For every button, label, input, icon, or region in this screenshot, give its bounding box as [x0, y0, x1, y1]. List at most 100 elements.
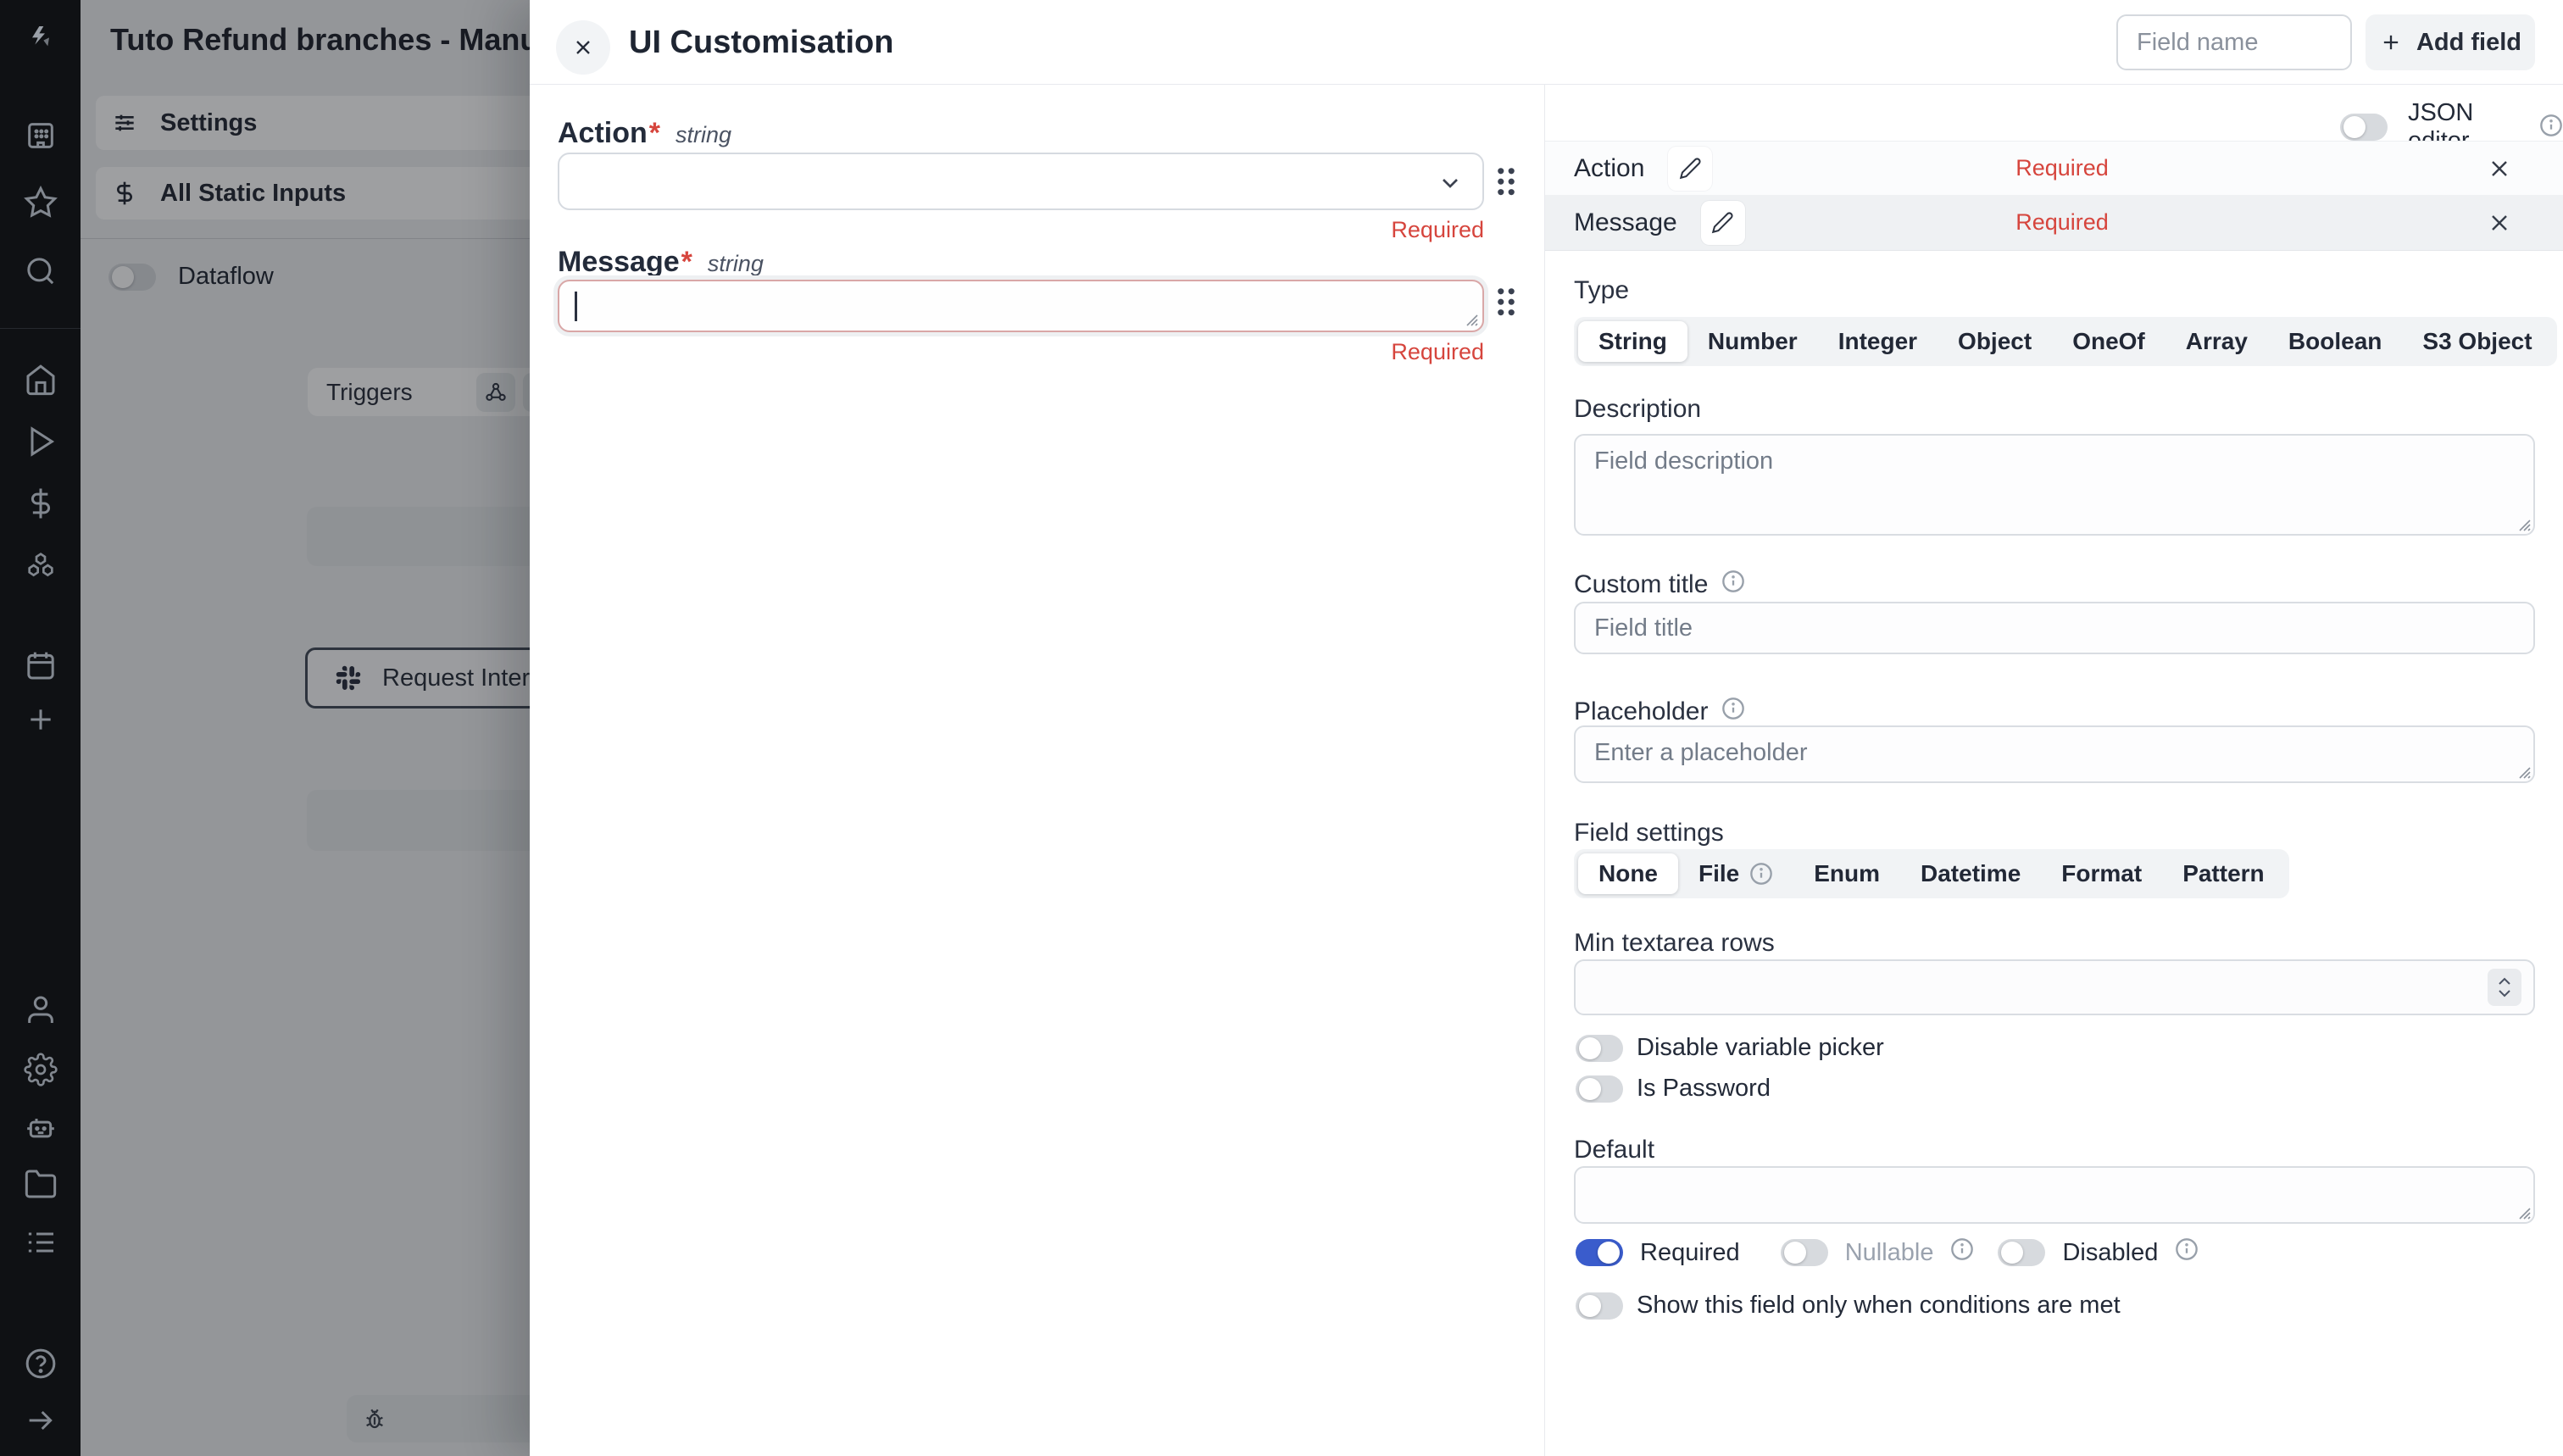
message-field-label: Message* string — [558, 246, 764, 279]
min-textarea-rows-input[interactable] — [1574, 959, 2535, 1015]
resize-handle-icon — [2514, 514, 2531, 531]
disable-variable-picker-label: Disable variable picker — [1637, 1034, 1884, 1062]
info-icon — [1721, 697, 1745, 720]
app-logo[interactable] — [23, 21, 58, 57]
blocks-icon[interactable] — [23, 547, 58, 583]
list-icon[interactable] — [23, 1225, 58, 1260]
required-asterisk: * — [681, 246, 692, 279]
resize-handle-icon — [2514, 762, 2531, 779]
ui-customisation-modal: UI Customisation Add field Action* strin… — [530, 0, 2563, 1456]
info-icon — [2539, 114, 2563, 137]
help-icon[interactable] — [23, 1346, 58, 1381]
description-textarea[interactable] — [1574, 434, 2535, 536]
stepper-down-icon[interactable] — [2496, 987, 2513, 999]
edit-field-button[interactable] — [1701, 201, 1745, 245]
field-row-message[interactable]: Message Required — [1545, 195, 2563, 251]
remove-field-button[interactable] — [2486, 209, 2513, 236]
disabled-toggle[interactable] — [1998, 1239, 2045, 1266]
option-array[interactable]: Array — [2165, 321, 2268, 362]
info-icon — [2175, 1237, 2199, 1261]
custom-title-info — [1721, 570, 1745, 600]
required-label: Required — [1640, 1239, 1740, 1267]
favorites-icon[interactable] — [23, 185, 58, 220]
is-password-toggle[interactable] — [1576, 1075, 1623, 1103]
nullable-toggle[interactable] — [1781, 1239, 1828, 1266]
option-string[interactable]: String — [1578, 321, 1687, 362]
field-name-input[interactable] — [2116, 14, 2352, 70]
add-icon[interactable] — [23, 702, 58, 737]
option-label: File — [1698, 860, 1739, 887]
folder-icon[interactable] — [23, 1166, 58, 1202]
placeholder-label: Placeholder — [1574, 697, 1745, 727]
option-boolean[interactable]: Boolean — [2268, 321, 2402, 362]
field-row-name: Message — [1574, 208, 1677, 237]
placeholder-field-wrap — [1574, 725, 2535, 783]
modal-title: UI Customisation — [629, 25, 893, 61]
option-label: None — [1598, 860, 1658, 887]
info-icon — [1721, 570, 1745, 593]
disable-variable-picker-toggle[interactable] — [1576, 1035, 1623, 1062]
message-drag-handle[interactable] — [1494, 285, 1518, 319]
option-enum[interactable]: Enum — [1793, 853, 1900, 894]
field-row-status: Required — [1969, 155, 2155, 181]
option-format[interactable]: Format — [2041, 853, 2162, 894]
required-toggle[interactable] — [1576, 1239, 1623, 1266]
option-number[interactable]: Number — [1687, 321, 1818, 362]
placeholder-text: Placeholder — [1574, 697, 1708, 726]
number-stepper[interactable] — [2488, 969, 2521, 1006]
option-s3-object[interactable]: S3 Object — [2402, 321, 2552, 362]
option-label: String — [1598, 328, 1667, 355]
placeholder-textarea[interactable] — [1574, 725, 2535, 783]
json-editor-toggle[interactable] — [2340, 114, 2388, 141]
close-modal-button[interactable] — [556, 20, 610, 75]
settings-gear-icon[interactable] — [23, 1052, 58, 1087]
option-none[interactable]: None — [1578, 853, 1678, 894]
placeholder-info — [1721, 697, 1745, 727]
custom-title-label: Custom title — [1574, 570, 1745, 600]
option-datetime[interactable]: Datetime — [1900, 853, 2041, 894]
edit-field-button[interactable] — [1668, 147, 1712, 191]
workspace-icon[interactable] — [23, 118, 58, 153]
option-oneof[interactable]: OneOf — [2052, 321, 2165, 362]
add-field-button[interactable]: Add field — [2366, 14, 2535, 70]
option-object[interactable]: Object — [1938, 321, 2052, 362]
profile-icon[interactable] — [23, 992, 58, 1028]
resize-handle-icon — [1461, 309, 1478, 326]
nullable-info — [1950, 1237, 1974, 1268]
field-row-action[interactable]: Action Required — [1545, 141, 2563, 195]
conditions-toggle[interactable] — [1576, 1292, 1623, 1320]
action-drag-handle[interactable] — [1494, 164, 1518, 198]
action-select[interactable] — [558, 153, 1484, 210]
conditions-label: Show this field only when conditions are… — [1637, 1292, 2121, 1320]
default-label: Default — [1574, 1136, 1654, 1164]
add-field-label: Add field — [2416, 29, 2521, 57]
remove-field-button[interactable] — [2486, 155, 2513, 182]
option-label: OneOf — [2072, 328, 2145, 355]
stepper-up-icon[interactable] — [2496, 975, 2513, 987]
billing-icon[interactable] — [23, 486, 58, 521]
custom-title-input[interactable] — [1574, 602, 2535, 654]
message-textarea[interactable] — [558, 280, 1484, 332]
bot-icon[interactable] — [23, 1109, 58, 1145]
option-integer[interactable]: Integer — [1818, 321, 1938, 362]
calendar-icon[interactable] — [23, 647, 58, 683]
pencil-icon — [1711, 211, 1734, 234]
app-sidebar — [0, 0, 81, 1456]
disable-variable-picker-row: Disable variable picker — [1576, 1034, 1884, 1062]
option-label: Datetime — [1921, 860, 2021, 887]
runs-icon[interactable] — [23, 424, 58, 459]
option-file[interactable]: File — [1678, 853, 1793, 894]
close-icon — [2486, 155, 2513, 182]
home-icon[interactable] — [23, 362, 58, 397]
collapse-arrow-icon[interactable] — [23, 1403, 58, 1438]
action-type-hint: string — [675, 122, 731, 148]
option-pattern[interactable]: Pattern — [2162, 853, 2284, 894]
default-textarea[interactable] — [1574, 1166, 2535, 1224]
option-label: Format — [2061, 860, 2142, 887]
close-icon — [571, 36, 595, 59]
option-label: Object — [1958, 328, 2032, 355]
resize-handle-icon — [2514, 1203, 2531, 1220]
modal-backdrop[interactable] — [81, 0, 534, 1456]
search-icon[interactable] — [23, 253, 58, 289]
is-password-label: Is Password — [1637, 1075, 1771, 1103]
